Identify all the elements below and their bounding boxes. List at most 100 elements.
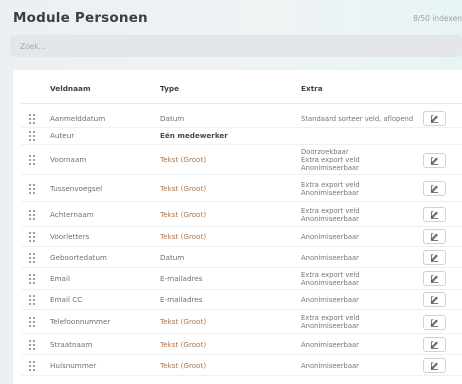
edit-button[interactable] — [423, 181, 446, 196]
edit-button[interactable] — [423, 250, 446, 265]
extra-tag: Extra export veld — [301, 270, 360, 279]
field-extra: Extra export veld Anonimiseerbaar — [301, 207, 360, 223]
drag-handle-icon[interactable] — [29, 231, 35, 242]
field-extra: Doorzoekbaar Extra export veld Anonimiseer… — [301, 148, 360, 172]
field-name: Email CC — [50, 294, 83, 304]
column-header-type: Type — [160, 84, 180, 93]
field-extra: Anonimiseerbaar — [301, 233, 359, 241]
field-type: Eén medewerker — [160, 130, 228, 140]
field-type: Tekst (Groot) — [160, 183, 207, 193]
edit-icon — [430, 211, 439, 219]
extra-tag: Anonimiseerbaar — [301, 295, 359, 304]
field-extra: Anonimiseerbaar — [301, 254, 359, 262]
field-name: Achternaam — [50, 209, 94, 219]
edit-button[interactable] — [423, 314, 446, 330]
drag-handle-icon[interactable] — [29, 294, 35, 305]
table-row: Voorletters Tekst (Groot) Anonimiseerbaar — [13, 227, 462, 247]
field-name: Geboortedatum — [50, 252, 107, 262]
field-name: Telefoonnummer — [50, 317, 111, 326]
column-header-extra: Extra — [301, 84, 323, 93]
edit-icon — [430, 115, 439, 123]
edit-button[interactable] — [423, 111, 446, 126]
drag-handle-icon[interactable] — [29, 183, 35, 194]
row-divider — [21, 309, 462, 310]
edit-button[interactable] — [423, 337, 446, 352]
extra-tag: Extra export veld — [301, 156, 360, 164]
row-divider — [21, 375, 462, 376]
edit-icon — [430, 185, 439, 193]
field-type: E-mailadres — [160, 294, 203, 304]
drag-handle-icon[interactable] — [29, 130, 35, 141]
field-type: Tekst (Groot) — [160, 360, 207, 370]
edit-icon — [430, 341, 439, 349]
extra-tag: Anonimiseerbaar — [301, 361, 359, 370]
extra-tag: Anonimiseerbaar — [301, 340, 359, 349]
edit-button[interactable] — [423, 152, 446, 168]
edit-icon — [430, 156, 439, 165]
extra-tag: Anonimiseerbaar — [301, 253, 359, 262]
row-divider — [21, 144, 462, 145]
edit-button[interactable] — [423, 358, 446, 373]
table-row: Email CC E-mailadres Anonimiseerbaar — [13, 290, 462, 310]
field-extra: Anonimiseerbaar — [301, 341, 359, 349]
table-row: Achternaam Tekst (Groot) Extra export veld… — [13, 203, 462, 227]
field-extra: Anonimiseerbaar — [301, 362, 359, 370]
table-row: Straatnaam Tekst (Groot) Anonimiseerbaar — [13, 335, 462, 355]
extra-tag: Doorzoekbaar — [301, 148, 349, 156]
field-type: Tekst (Groot) — [160, 317, 207, 326]
field-name: Auteur — [50, 130, 75, 140]
field-type: Datum — [160, 252, 185, 262]
table-row: Aanmelddatum Datum Standaard sorteer veld,… — [13, 110, 462, 128]
table-row: Telefoonnummer Tekst (Groot) Extra export … — [13, 311, 462, 334]
drag-handle-icon[interactable] — [29, 317, 35, 327]
row-divider — [21, 354, 462, 355]
field-extra: Anonimiseerbaar — [301, 296, 359, 304]
field-extra: Extra export veld Anonimiseerbaar — [301, 271, 360, 287]
drag-handle-icon[interactable] — [29, 360, 35, 371]
extra-tag: Anonimiseerbaar — [301, 232, 359, 241]
extra-tag: Anonimiseerbaar — [301, 164, 359, 172]
search-input[interactable] — [10, 35, 462, 57]
table-row: Geboortedatum Datum Anonimiseerbaar — [13, 248, 462, 268]
field-name: Straatnaam — [50, 339, 93, 349]
extra-tag: Anonimiseerbaar — [301, 322, 359, 330]
row-divider — [21, 201, 462, 202]
table-row: Voornaam Tekst (Groot) Doorzoekbaar Extra e… — [13, 146, 462, 175]
table-row: Huisnummer Tekst (Groot) Anonimiseerbaar — [13, 356, 462, 376]
row-divider — [21, 174, 462, 175]
field-extra: Extra export veld Anonimiseerbaar — [301, 314, 360, 330]
edit-icon — [430, 254, 439, 262]
drag-handle-icon[interactable] — [29, 113, 35, 124]
field-type: Datum — [160, 113, 185, 123]
drag-handle-icon[interactable] — [29, 209, 35, 220]
drag-handle-icon[interactable] — [29, 155, 35, 165]
field-name: Voornaam — [50, 155, 87, 164]
edit-icon — [430, 296, 439, 304]
extra-tag: Extra export veld — [301, 180, 360, 189]
row-divider — [21, 333, 462, 334]
index-count: 8/50 indexen — [413, 14, 462, 23]
field-name: Tussenvoegsel — [50, 183, 103, 193]
edit-button[interactable] — [423, 292, 446, 307]
extra-tag: Anonimiseerbaar — [301, 214, 359, 223]
page-title: Module Personen — [13, 10, 148, 26]
extra-tag: Extra export veld — [301, 206, 360, 215]
drag-handle-icon[interactable] — [29, 273, 35, 284]
drag-handle-icon[interactable] — [29, 252, 35, 263]
drag-handle-icon[interactable] — [29, 339, 35, 350]
extra-tag: Anonimiseerbaar — [301, 188, 359, 197]
header-divider — [21, 103, 462, 104]
extra-tag: Extra export veld — [301, 314, 360, 322]
edit-button[interactable] — [423, 271, 446, 286]
table-row: Auteur Eén medewerker — [13, 127, 462, 145]
edit-button[interactable] — [423, 229, 446, 244]
field-name: Email — [50, 273, 70, 283]
field-name: Voorletters — [50, 231, 90, 241]
field-type: Tekst (Groot) — [160, 231, 207, 241]
edit-icon — [430, 318, 439, 327]
field-extra: Extra export veld Anonimiseerbaar — [301, 181, 360, 197]
field-name: Huisnummer — [50, 360, 97, 370]
edit-icon — [430, 275, 439, 283]
field-type: Tekst (Groot) — [160, 209, 207, 219]
edit-button[interactable] — [423, 207, 446, 222]
